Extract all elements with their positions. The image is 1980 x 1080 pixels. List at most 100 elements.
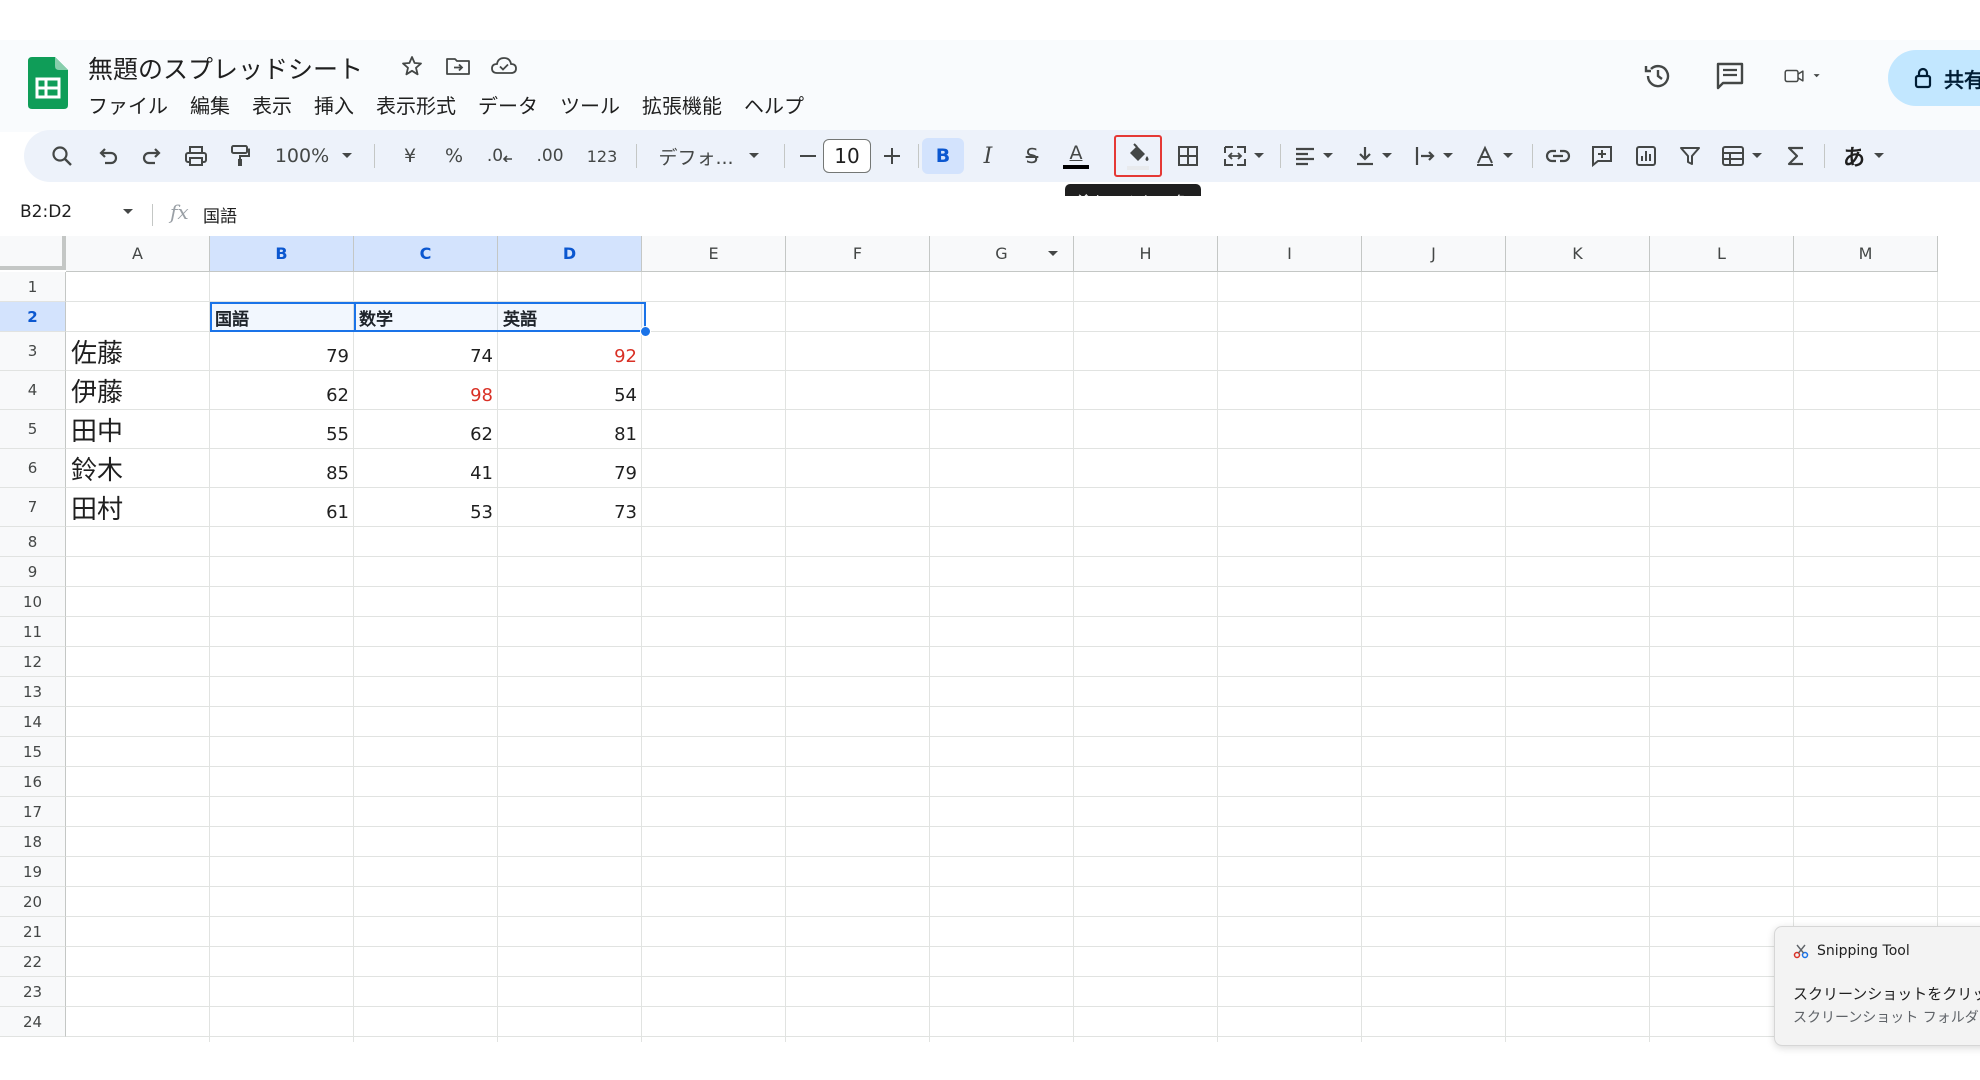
column-header-l[interactable]: L (1650, 236, 1794, 272)
cell-c6[interactable]: 41 (354, 449, 498, 488)
formula-input[interactable]: 国語 (203, 202, 237, 227)
row-header-5[interactable]: 5 (0, 410, 66, 449)
column-header-h[interactable]: H (1074, 236, 1218, 272)
fill-handle[interactable] (640, 326, 651, 337)
menu-format[interactable]: 表示形式 (365, 88, 467, 121)
fill-color-button[interactable] (1114, 135, 1162, 177)
name-box[interactable]: B2:D2 (20, 202, 72, 222)
row-header-2[interactable]: 2 (0, 302, 66, 332)
menu-data[interactable]: データ (467, 88, 549, 121)
merge-cells-button[interactable] (1216, 138, 1272, 174)
bold-button[interactable]: B (922, 138, 964, 174)
cloud-saved-icon[interactable] (490, 52, 518, 80)
cell-d3[interactable]: 92 (498, 332, 642, 371)
move-folder-icon[interactable] (444, 52, 472, 80)
cell-d2[interactable]: 英語 (498, 302, 642, 332)
text-rotation-button[interactable] (1466, 138, 1522, 174)
row-header-15[interactable]: 15 (0, 737, 66, 767)
column-header-f[interactable]: F (786, 236, 930, 272)
row-header-17[interactable]: 17 (0, 797, 66, 827)
menu-file[interactable]: ファイル (88, 88, 179, 121)
document-title[interactable]: 無題のスプレッドシート (88, 50, 363, 86)
filter-icon[interactable] (1672, 138, 1708, 174)
row-header-19[interactable]: 19 (0, 857, 66, 887)
row-header-24[interactable]: 24 (0, 1007, 66, 1037)
sheets-logo-icon[interactable] (28, 57, 68, 109)
row-header-6[interactable]: 6 (0, 449, 66, 488)
undo-icon[interactable] (90, 138, 126, 174)
spreadsheet-grid[interactable]: A B C D E F G H I J K L M 1 2 3 4 5 6 7 8 9 10 11 12 13 14 15 16 17 18… (0, 236, 1980, 1042)
search-menus-icon[interactable] (44, 138, 80, 174)
print-icon[interactable] (178, 138, 214, 174)
menu-extensions[interactable]: 拡張機能 (631, 88, 733, 121)
row-header-14[interactable]: 14 (0, 707, 66, 737)
menu-edit[interactable]: 編集 (179, 88, 241, 121)
row-header-13[interactable]: 13 (0, 677, 66, 707)
paint-format-icon[interactable] (222, 138, 258, 174)
cell-d5[interactable]: 81 (498, 410, 642, 449)
row-header-16[interactable]: 16 (0, 767, 66, 797)
font-family-select[interactable]: デフォ... (644, 138, 774, 174)
column-header-m[interactable]: M (1794, 236, 1938, 272)
column-header-g[interactable]: G (930, 236, 1074, 272)
cell-c4[interactable]: 98 (354, 371, 498, 410)
column-header-a[interactable]: A (66, 236, 210, 272)
row-header-12[interactable]: 12 (0, 647, 66, 677)
row-header-4[interactable]: 4 (0, 371, 66, 410)
insert-comment-icon[interactable] (1584, 138, 1620, 174)
star-icon[interactable] (398, 52, 426, 80)
cell-a7[interactable]: 田村 (66, 488, 210, 527)
row-header-21[interactable]: 21 (0, 917, 66, 947)
functions-sigma-icon[interactable] (1778, 138, 1814, 174)
font-size-input[interactable]: 10 (823, 139, 871, 173)
cell-d4[interactable]: 54 (498, 371, 642, 410)
row-header-9[interactable]: 9 (0, 557, 66, 587)
borders-icon[interactable] (1170, 138, 1206, 174)
menu-help[interactable]: ヘルプ (733, 88, 815, 121)
menu-insert[interactable]: 挿入 (303, 88, 365, 121)
horizontal-align-button[interactable] (1286, 138, 1342, 174)
row-header-8[interactable]: 8 (0, 527, 66, 557)
increase-decimal-button[interactable]: .00 (528, 138, 572, 174)
row-header-3[interactable]: 3 (0, 332, 66, 371)
cell-c5[interactable]: 62 (354, 410, 498, 449)
vertical-align-button[interactable] (1346, 138, 1402, 174)
decrease-decimal-button[interactable]: .0 (480, 138, 520, 174)
cell-a4[interactable]: 伊藤 (66, 371, 210, 410)
cell-c3[interactable]: 74 (354, 332, 498, 371)
column-header-j[interactable]: J (1362, 236, 1506, 272)
column-header-b[interactable]: B (210, 236, 354, 272)
row-header-1[interactable]: 1 (0, 272, 66, 302)
menu-view[interactable]: 表示 (241, 88, 303, 121)
cell-d6[interactable]: 79 (498, 449, 642, 488)
zoom-select[interactable]: 100% (274, 138, 354, 174)
menu-tools[interactable]: ツール (549, 88, 631, 121)
comments-icon[interactable] (1712, 58, 1748, 94)
percent-format-button[interactable]: % (436, 138, 472, 174)
cell-a6[interactable]: 鈴木 (66, 449, 210, 488)
row-header-22[interactable]: 22 (0, 947, 66, 977)
cell-c7[interactable]: 53 (354, 488, 498, 527)
input-tools-button[interactable]: あ (1834, 138, 1894, 174)
increase-font-size-icon[interactable] (874, 138, 910, 174)
insert-link-icon[interactable] (1540, 138, 1576, 174)
share-button[interactable]: 共有 (1888, 50, 1980, 106)
cell-b4[interactable]: 62 (210, 371, 354, 410)
cell-b5[interactable]: 55 (210, 410, 354, 449)
cell-a3[interactable]: 佐藤 (66, 332, 210, 371)
text-color-button[interactable]: A (1058, 138, 1094, 174)
cell-c2[interactable]: 数学 (354, 302, 498, 332)
version-history-icon[interactable] (1640, 58, 1676, 94)
cell-d7[interactable]: 73 (498, 488, 642, 527)
font-size-field[interactable]: 10 (820, 138, 874, 174)
row-header-7[interactable]: 7 (0, 488, 66, 527)
cell-b2[interactable]: 国語 (210, 302, 354, 332)
text-wrapping-button[interactable] (1406, 138, 1462, 174)
select-all-corner[interactable] (0, 236, 66, 270)
row-header-18[interactable]: 18 (0, 827, 66, 857)
column-header-k[interactable]: K (1506, 236, 1650, 272)
row-header-10[interactable]: 10 (0, 587, 66, 617)
column-header-c[interactable]: C (354, 236, 498, 272)
column-menu-chevron-icon[interactable] (1047, 250, 1059, 258)
cell-b7[interactable]: 61 (210, 488, 354, 527)
